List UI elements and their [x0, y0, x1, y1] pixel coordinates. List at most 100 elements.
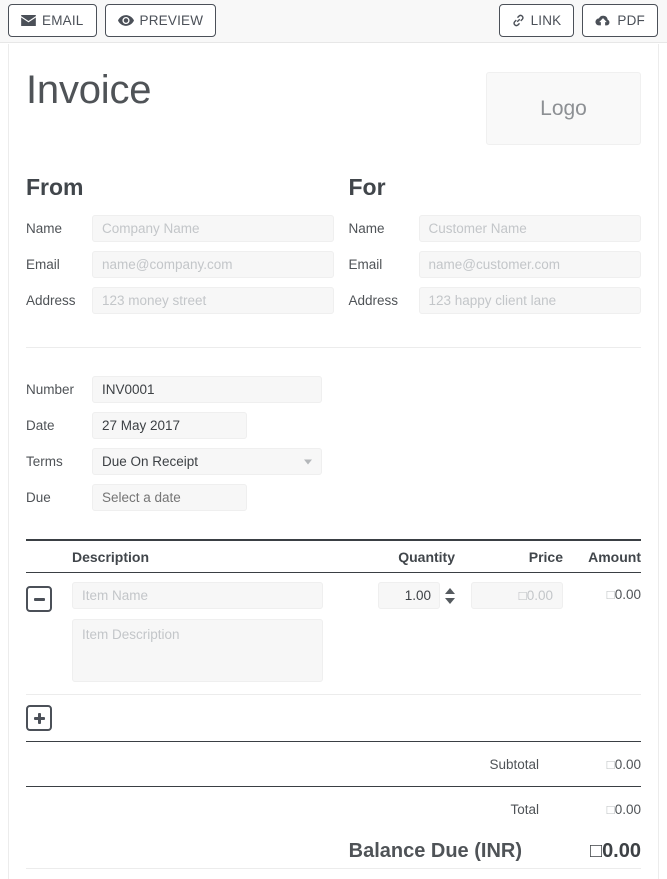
email-button-label: EMAIL	[42, 12, 84, 28]
currency-symbol-icon: □	[606, 801, 615, 817]
for-heading: For	[348, 174, 386, 200]
envelope-icon	[21, 15, 36, 26]
top-toolbar: EMAIL PREVIEW LINK PDF	[0, 0, 667, 43]
for-email-row: Email	[348, 251, 641, 278]
for-address-row: Address	[349, 287, 641, 314]
plus-icon	[33, 712, 45, 724]
stepper-down-icon[interactable]	[445, 597, 455, 604]
header-amount: Amount	[588, 548, 641, 565]
from-block: From Name Email Address	[26, 174, 334, 323]
for-name-input[interactable]	[418, 215, 641, 242]
page-title: Invoice	[26, 68, 152, 112]
header-quantity: Quantity	[398, 548, 455, 565]
parties-divider	[26, 347, 641, 348]
header-description: Description	[72, 548, 150, 565]
item-quantity-input[interactable]	[378, 582, 440, 609]
table-row: □0.00 □0.00	[26, 573, 641, 694]
subtotal-label: Subtotal	[489, 756, 539, 772]
for-email-input[interactable]	[418, 251, 641, 278]
invoice-number-input[interactable]	[92, 376, 322, 403]
from-name-label: Name	[26, 221, 63, 236]
logo-placeholder-label: Logo	[540, 96, 587, 120]
row-price-cell: □ 0.00	[455, 582, 563, 682]
logo-upload-placeholder[interactable]: Logo	[486, 72, 641, 145]
terms-select[interactable]: Due On Receipt	[92, 448, 322, 475]
stepper-up-icon[interactable]	[445, 587, 455, 594]
total-row: Total □0.00	[26, 787, 641, 831]
invoice-meta-section: Number Date Terms Due On Receipt Due	[26, 376, 641, 511]
subtotal-value-cell: □0.00	[563, 757, 641, 772]
quantity-stepper[interactable]	[445, 587, 455, 604]
due-label: Due	[26, 490, 51, 505]
toolbar-left-group: EMAIL PREVIEW	[8, 4, 217, 37]
terms-label: Terms	[26, 454, 63, 469]
add-item-row	[26, 695, 641, 741]
row-quantity-cell	[337, 582, 455, 682]
minus-icon	[33, 597, 45, 601]
currency-symbol-icon: □	[606, 587, 615, 602]
row-amount-cell: □0.00	[563, 582, 641, 682]
cloud-download-icon	[595, 15, 611, 27]
pdf-button-label: PDF	[617, 12, 645, 28]
item-price-placeholder: 0.00	[526, 588, 553, 603]
total-value-cell: □0.00	[563, 802, 641, 817]
add-item-button[interactable]	[26, 705, 52, 731]
for-address-input[interactable]	[418, 287, 641, 314]
parties-section: From Name Email Address For	[26, 174, 641, 323]
remove-item-button[interactable]	[26, 586, 52, 612]
toolbar-right-group: LINK PDF	[498, 4, 658, 37]
date-label: Date	[26, 418, 55, 433]
link-button[interactable]: LINK	[498, 4, 575, 37]
due-date-input[interactable]	[92, 484, 247, 511]
page-bottom-rule	[26, 868, 641, 869]
from-name-row: Name	[26, 215, 334, 242]
from-email-input[interactable]	[92, 251, 334, 278]
for-block: For Name Email Address	[334, 174, 641, 323]
subtotal-value: 0.00	[614, 756, 641, 772]
from-name-input[interactable]	[92, 215, 334, 242]
date-row: Date	[26, 412, 641, 439]
link-button-label: LINK	[530, 12, 562, 28]
currency-symbol-icon: □	[518, 588, 527, 603]
item-description-input[interactable]	[72, 619, 323, 682]
item-amount-value: 0.00	[614, 587, 641, 602]
invoice-editor-page: EMAIL PREVIEW LINK PDF Invoice Logo From…	[0, 0, 667, 879]
line-items-table: Description Quantity Price Amount Item N…	[26, 539, 641, 871]
total-label: Total	[510, 801, 539, 817]
from-heading: From	[26, 174, 84, 200]
balance-due-row: Balance Due (INR) □0.00	[26, 831, 641, 871]
row-handle-cell	[26, 582, 72, 682]
terms-selected-value: Due On Receipt	[102, 454, 199, 469]
from-address-input[interactable]	[92, 287, 334, 314]
from-email-row: Email	[26, 251, 334, 278]
eye-icon	[117, 15, 134, 26]
invoice-card: Invoice Logo From Name Email	[8, 44, 659, 879]
chevron-down-icon	[304, 459, 312, 464]
for-email-label: Email	[348, 257, 383, 272]
total-value: 0.00	[614, 801, 641, 817]
pdf-button[interactable]: PDF	[582, 4, 658, 37]
link-icon	[512, 14, 525, 27]
preview-button[interactable]: PREVIEW	[104, 4, 217, 37]
email-button[interactable]: EMAIL	[8, 4, 97, 37]
number-label: Number	[26, 382, 75, 397]
preview-button-label: PREVIEW	[139, 12, 204, 28]
due-row: Due	[26, 484, 641, 511]
number-row: Number	[26, 376, 641, 403]
for-name-label: Name	[348, 221, 385, 236]
item-price-input[interactable]: □ 0.00	[471, 582, 563, 609]
row-description-cell	[72, 582, 337, 682]
subtotal-row: Subtotal □0.00	[26, 742, 641, 786]
terms-row: Terms Due On Receipt	[26, 448, 641, 475]
from-address-row: Address	[26, 287, 334, 314]
invoice-date-input[interactable]	[92, 412, 247, 439]
from-email-label: Email	[26, 257, 60, 272]
balance-due-value: 0.00	[602, 839, 641, 862]
from-address-label: Address	[26, 293, 76, 308]
currency-symbol-icon: □	[606, 756, 615, 772]
item-name-input[interactable]	[72, 582, 323, 609]
for-name-row: Name	[348, 215, 641, 242]
currency-symbol-icon: □	[589, 839, 603, 862]
balance-due-label: Balance Due (INR)	[348, 839, 522, 862]
invoice-header: Invoice Logo	[26, 44, 641, 162]
